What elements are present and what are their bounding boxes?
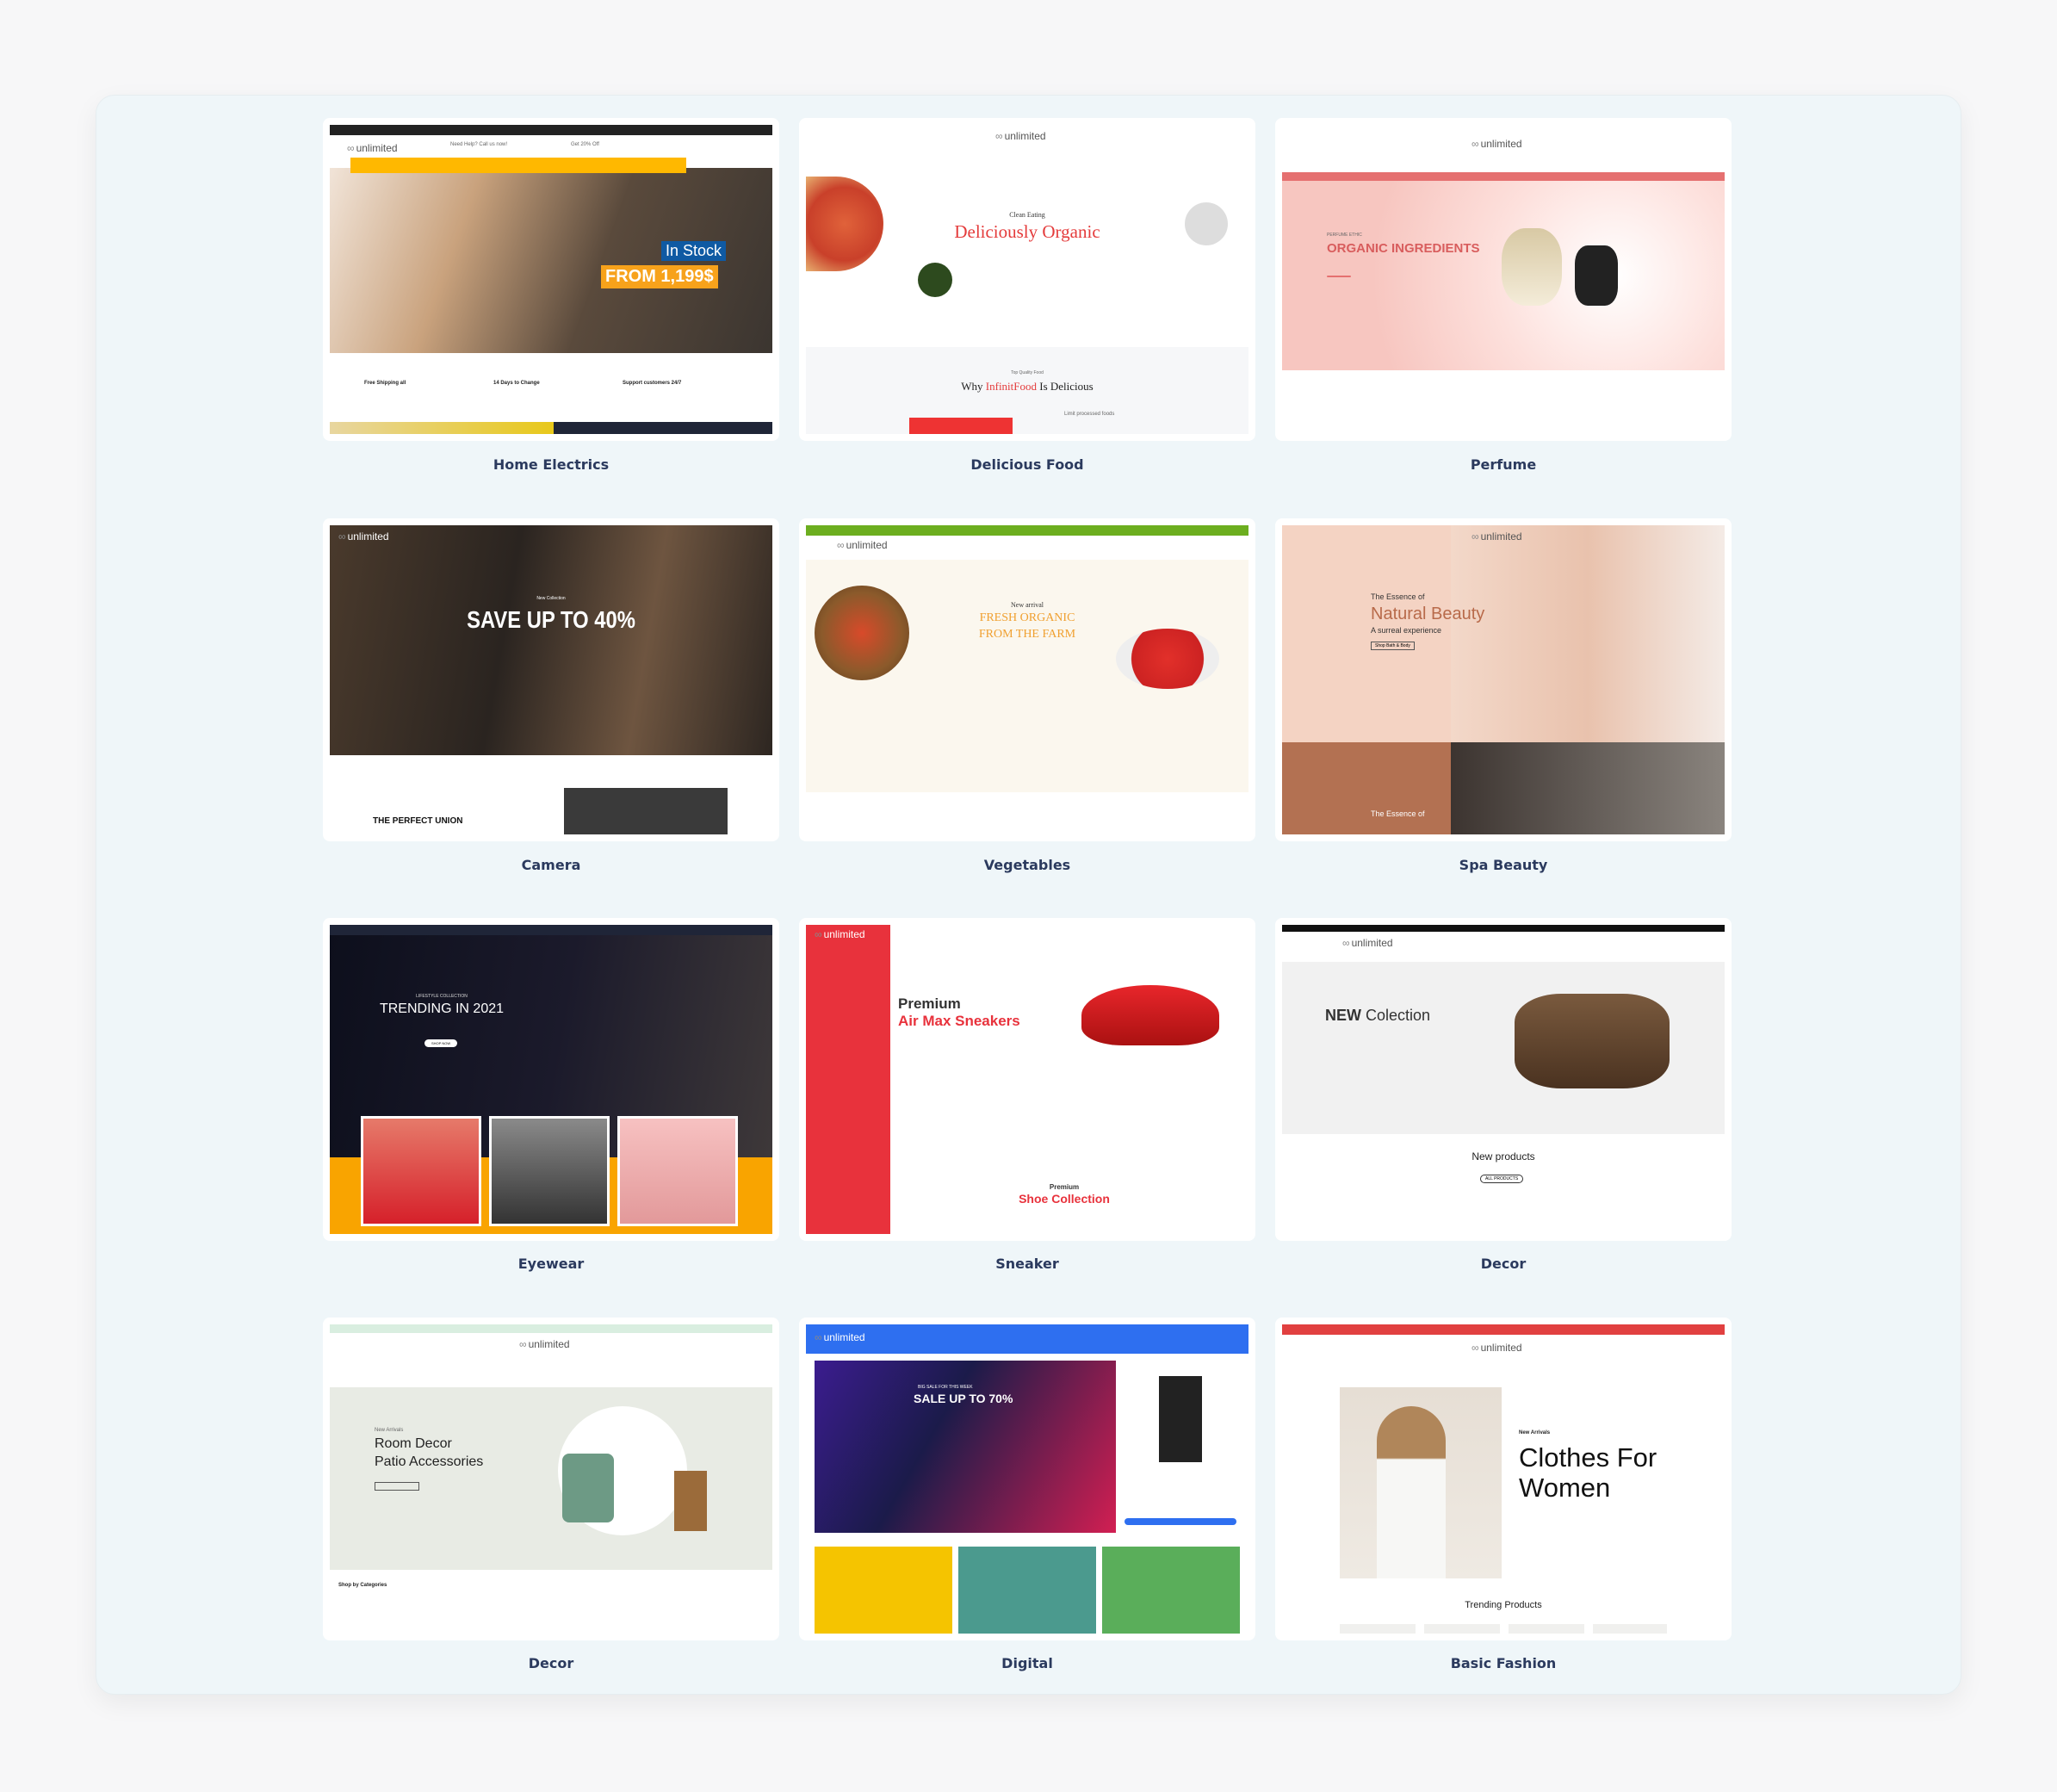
in-stock-badge: In Stock [661,241,727,261]
hero-title: Women [1519,1473,1611,1503]
hero-title: Patio Accessories [375,1454,484,1469]
theme-preview: unlimited New arrival FRESH ORGANIC FROM… [806,525,1248,834]
theme-card-perfume[interactable]: unlimited PERFUME ETHIC ORGANIC INGREDIE… [1275,118,1732,441]
theme-preview: unlimited Premium Air Max Sneakers Premi… [806,925,1248,1234]
theme-preview: unlimited New Collection SAVE UP TO 40% … [330,525,772,834]
hero-title: TRENDING IN 2021 [379,1001,505,1016]
sneaker-image [1081,985,1219,1045]
theme-label[interactable]: Digital [799,1655,1255,1671]
hero-title: NEW Colection [1325,1007,1431,1024]
theme-label[interactable]: Spa Beauty [1275,857,1732,873]
logo: unlimited [837,539,888,551]
hero-title: Natural Beauty [1371,605,1485,623]
theme-preview: LIFESTYLE COLLECTION TRENDING IN 2021 SH… [330,925,772,1234]
hero-title: FROM THE FARM [978,628,1076,641]
theme-label[interactable]: Vegetables [799,857,1255,873]
hero-subtitle: A surreal experience [1371,626,1442,635]
theme-label[interactable]: Camera [323,857,779,873]
hero-kicker: New Arrivals [375,1428,404,1433]
theme-label[interactable]: Delicious Food [799,456,1255,473]
hero-kicker: Premium [898,995,961,1012]
feature: Support customers 24/7 [623,381,682,386]
theme-preview: unlimited NEW Colection New products ALL… [1282,925,1725,1234]
hero-kicker: BIG SALE FOR THIS WEEK [918,1385,973,1390]
theme-label[interactable]: Home Electrics [323,456,779,473]
hero-kicker: New Collection [536,596,566,601]
feature: Free Shipping all [364,381,406,386]
hero-title: ORGANIC INGREDIENTS [1327,241,1480,256]
logo: unlimited [815,928,865,940]
logo: unlimited [519,1338,570,1350]
offer-label: Get 20% Off [571,142,599,147]
section-kicker: Top Quality Food [1011,370,1044,375]
hero-kicker: New arrival [1011,601,1044,609]
theme-preview: unlimited Clean Eating Deliciously Organ… [806,125,1248,434]
logo: unlimited [815,1331,865,1343]
bag-image [1515,994,1670,1088]
theme-card-basic-fashion[interactable]: unlimited New Arrivals Clothes For Women… [1275,1318,1732,1640]
hero-kicker: LIFESTYLE COLLECTION [416,994,468,999]
theme-card-delicious-food[interactable]: unlimited Clean Eating Deliciously Organ… [799,118,1255,441]
hero-title: Room Decor [375,1436,452,1451]
section-title: Shop by Categories [338,1583,387,1588]
logo: unlimited [1342,937,1393,949]
hero-kicker: PERFUME ETHIC [1327,233,1362,238]
section-title: New products [1471,1150,1535,1163]
hero-title: SALE UP TO 70% [914,1392,1013,1405]
logo: unlimited [347,142,398,154]
price-badge: FROM 1,199$ [601,265,718,288]
chair-image [562,1454,614,1522]
logo: unlimited [995,130,1046,142]
section-title: Trending Products [1465,1600,1542,1610]
logo: unlimited [1471,1342,1522,1354]
theme-card-eyewear[interactable]: LIFESTYLE COLLECTION TRENDING IN 2021 SH… [323,918,779,1241]
theme-label[interactable]: Perfume [1275,456,1732,473]
hero-kicker: New Arrivals [1519,1430,1551,1435]
theme-label[interactable]: Decor [323,1655,779,1671]
theme-preview: unlimited BIG SALE FOR THIS WEEK SALE UP… [806,1324,1248,1634]
hero-kicker: The Essence of [1371,592,1425,601]
shop-button: Shop Bath & Body [1371,642,1415,650]
feature: 14 Days to Change [493,381,540,386]
hero-image [1451,525,1725,742]
theme-label[interactable]: Sneaker [799,1256,1255,1272]
theme-card-camera[interactable]: unlimited New Collection SAVE UP TO 40% … [323,518,779,841]
logo: unlimited [338,530,389,543]
theme-card-digital[interactable]: unlimited BIG SALE FOR THIS WEEK SALE UP… [799,1318,1255,1640]
feature: Limit processed foods [1064,412,1115,417]
section-title: THE PERFECT UNION [373,816,463,826]
all-products-button: ALL PRODUCTS [1480,1175,1524,1183]
hero-title: Air Max Sneakers [898,1013,1020,1029]
theme-card-decor[interactable]: unlimited NEW Colection New products ALL… [1275,918,1732,1241]
theme-preview: unlimited Need Help? Call us now! Get 20… [330,125,772,434]
hero-title: Deliciously Organic [954,221,1100,242]
theme-label[interactable]: Basic Fashion [1275,1655,1732,1671]
theme-card-decor-2[interactable]: unlimited New Arrivals Room Decor Patio … [323,1318,779,1640]
theme-preview: unlimited New Arrivals Room Decor Patio … [330,1324,772,1634]
theme-card-vegetables[interactable]: unlimited New arrival FRESH ORGANIC FROM… [799,518,1255,841]
theme-preview: unlimited PERFUME ETHIC ORGANIC INGREDIE… [1282,125,1725,434]
hero-title: SAVE UP TO 40% [467,606,635,633]
section-title: Shoe Collection [1019,1192,1110,1206]
hero-title: FRESH ORGANIC [979,611,1075,624]
logo: unlimited [1471,530,1522,543]
theme-card-sneaker[interactable]: unlimited Premium Air Max Sneakers Premi… [799,918,1255,1241]
section-title: Why InfinitFood Is Delicious [961,380,1094,393]
logo: unlimited [1471,138,1522,150]
theme-card-spa-beauty[interactable]: unlimited The Essence of Natural Beauty … [1275,518,1732,841]
theme-preview: unlimited New Arrivals Clothes For Women… [1282,1324,1725,1634]
section-kicker: Premium [1049,1183,1080,1191]
theme-label[interactable]: Decor [1275,1256,1732,1272]
hero-title: Clothes For [1519,1442,1657,1473]
hero-image [330,525,772,755]
theme-card-home-electrics[interactable]: unlimited Need Help? Call us now! Get 20… [323,118,779,441]
theme-preview: unlimited The Essence of Natural Beauty … [1282,525,1725,834]
shop-now-button: SHOP NOW [424,1039,458,1047]
theme-label[interactable]: Eyewear [323,1256,779,1272]
section-kicker: The Essence of [1371,809,1425,818]
phone-label: Need Help? Call us now! [450,142,508,147]
hero-kicker: Clean Eating [1009,211,1045,219]
